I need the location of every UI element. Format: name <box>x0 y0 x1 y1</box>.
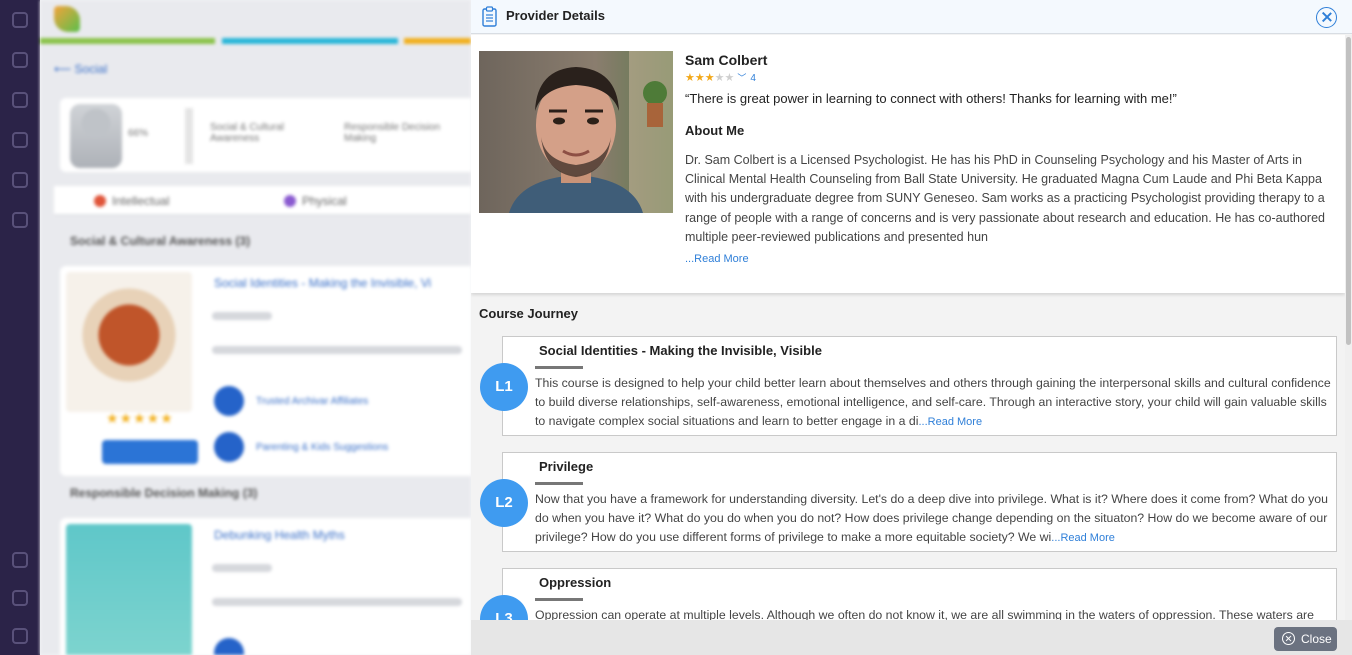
logout-icon[interactable] <box>12 628 28 644</box>
modal-scrollbar[interactable] <box>1345 35 1352 620</box>
close-button[interactable]: Close <box>1274 627 1337 651</box>
about-read-more-link[interactable]: ...Read More <box>685 253 749 265</box>
close-icon[interactable] <box>1316 7 1337 28</box>
rating-count: 4 <box>750 73 756 84</box>
lesson-badge: L3 <box>480 595 528 620</box>
provider-photo <box>479 51 673 213</box>
lesson-badge: L2 <box>480 479 528 527</box>
course-thumbnail <box>66 524 192 655</box>
close-circle-icon <box>1282 632 1295 645</box>
modal-scroll-area[interactable]: Sam Colbert ★★★★★ ﹀ 4 “There is great powe… <box>471 35 1345 620</box>
bell-icon[interactable] <box>12 52 28 68</box>
lesson-read-more-link[interactable]: ...Read More <box>1051 532 1115 544</box>
category-tabs: Intellectual Physical <box>54 186 471 216</box>
lesson-divider <box>535 366 583 369</box>
lesson-description: Oppression can operate at multiple level… <box>535 608 1314 620</box>
star-empty-icon: ★ <box>724 72 735 84</box>
modal-header: Provider Details <box>471 0 1352 34</box>
lesson-description: Now that you have a framework for unders… <box>535 492 1328 544</box>
help-icon[interactable] <box>12 590 28 606</box>
app-logo <box>54 4 150 34</box>
chevron-down-icon[interactable]: ﹀ <box>737 73 746 83</box>
tab-intellectual[interactable]: Intellectual <box>94 194 169 208</box>
provider-details-modal: Provider Details Sam Colbert ★★★★★ ﹀ 4 “… <box>471 0 1352 655</box>
tools-icon[interactable] <box>12 552 28 568</box>
provider-card: Sam Colbert ★★★★★ ﹀ 4 “There is great powe… <box>471 35 1345 293</box>
scrollbar-thumb[interactable] <box>1346 37 1351 345</box>
course-rating: ★★★★★ <box>106 410 174 426</box>
lesson-divider <box>535 598 583 601</box>
section-heading: Social & Cultural Awareness (3) <box>70 234 251 248</box>
star-empty-icon: ★ <box>714 72 725 84</box>
settings-icon[interactable] <box>12 132 28 148</box>
lesson-read-more-link[interactable]: ...Read More <box>919 416 983 428</box>
course-card[interactable]: Social Identities - Making the Invisible… <box>60 266 471 476</box>
back-link[interactable]: ⟵ Social <box>54 62 107 76</box>
section-heading: Responsible Decision Making (3) <box>70 486 258 500</box>
clipboard-icon <box>482 6 497 27</box>
course-card[interactable]: Debunking Health Myths <box>60 518 471 655</box>
modal-title: Provider Details <box>506 8 605 23</box>
lesson-card: L1 Social Identities - Making the Invisi… <box>480 336 1337 436</box>
lesson-description: This course is designed to help your chi… <box>535 376 1331 428</box>
star-filled-icon: ★ <box>685 72 695 84</box>
chat-icon[interactable] <box>12 172 28 188</box>
stats-panel: 66% Social & Cultural Awareness Responsi… <box>60 98 471 172</box>
star-filled-icon: ★ <box>694 72 705 84</box>
lesson-title: Social Identities - Making the Invisible… <box>539 343 822 358</box>
about-heading: About Me <box>685 123 745 138</box>
left-nav-rail <box>0 0 40 655</box>
modal-footer: Close <box>471 620 1352 655</box>
lesson-title: Oppression <box>539 575 612 590</box>
mascot-figure <box>70 104 122 168</box>
about-text: Dr. Sam Colbert is a Licensed Psychologi… <box>685 153 1325 244</box>
star-filled-icon: ★ <box>704 72 715 84</box>
lesson-card: L2 Privilege Now that you have a framewo… <box>480 452 1337 552</box>
users-icon[interactable] <box>12 212 28 228</box>
course-journey-heading: Course Journey <box>479 306 578 321</box>
lesson-card: L3 Oppression Oppression can operate at … <box>480 568 1337 620</box>
course-thumbnail <box>66 272 192 412</box>
lesson-title: Privilege <box>539 459 594 474</box>
provider-quote: “There is great power in learning to con… <box>685 91 1177 106</box>
home-icon[interactable] <box>12 12 28 28</box>
enroll-button[interactable] <box>102 440 198 464</box>
provider-name: Sam Colbert <box>685 52 768 68</box>
tab-physical[interactable]: Physical <box>284 194 347 208</box>
lesson-badge: L1 <box>480 363 528 411</box>
provider-rating[interactable]: ★★★★★ ﹀ 4 <box>685 71 756 84</box>
lesson-divider <box>535 482 583 485</box>
background-page: ⟵ Social 66% Social & Cultural Awareness… <box>40 0 471 655</box>
courses-icon[interactable] <box>12 92 28 108</box>
